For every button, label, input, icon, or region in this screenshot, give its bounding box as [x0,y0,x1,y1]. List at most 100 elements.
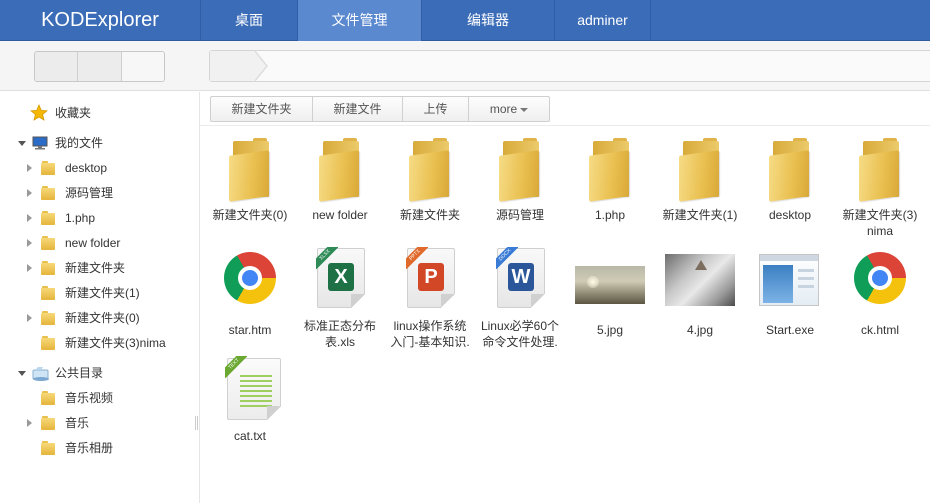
sidebar-item-label: new folder [65,236,121,250]
file-item-image[interactable]: 4.jpg [655,252,745,338]
nav-tab-file-manager[interactable]: 文件管理 [297,0,421,41]
file-item-folder[interactable]: new folder [295,137,385,223]
new-folder-button[interactable]: 新建文件夹 [211,97,313,121]
expand-arrow-icon[interactable] [27,164,32,172]
view-refresh-button[interactable] [121,52,164,81]
folder-icon [679,138,723,202]
nav-tab-editor[interactable]: 编辑器 [421,0,554,41]
file-item-docx[interactable]: DOCX W Linux必学60个 命令文件处理. [475,247,565,350]
file-name-line2: 表.xls [324,335,355,349]
file-name-line2: 命令文件处理. [482,335,558,349]
folder-icon [41,311,55,325]
file-item-folder[interactable]: 源码管理 [475,137,565,223]
sidebar-item-label: 收藏夹 [55,106,92,120]
expand-arrow-icon[interactable] [27,419,32,427]
new-file-button[interactable]: 新建文件 [313,97,403,121]
file-name-line2: nima [866,224,893,238]
folder-icon [499,138,543,202]
file-name: Linux必学60个 [480,319,560,333]
image-thumbnail [665,254,735,306]
computer-icon [32,136,48,150]
file-item-image[interactable]: 5.jpg [565,252,655,338]
file-item-html[interactable]: ck.html [835,252,925,338]
folder-icon [409,138,453,202]
sidebar-item-label: 公共目录 [55,366,104,380]
file-name: 新建文件夹(3) [842,208,918,222]
view-mode-group [34,51,165,82]
text-file-icon: TEXT [225,356,281,420]
file-item-folder[interactable]: 新建文件夹(3) nima [835,137,925,239]
breadcrumb-root[interactable] [210,51,256,81]
upload-button[interactable]: 上传 [403,97,469,121]
toolbar-divider [200,125,930,126]
file-name: star.htm [228,323,272,337]
file-name: 标准正态分布 [303,319,376,333]
expand-arrow-icon[interactable] [27,189,32,197]
folder-icon [41,286,55,300]
app-logo[interactable]: KODExplorer [0,0,200,41]
folder-icon [41,186,55,200]
sidebar-item-label: 音乐相册 [65,441,114,455]
top-nav: KODExplorer 桌面 文件管理 编辑器 adminer [0,0,930,41]
collapse-arrow-icon[interactable] [18,371,26,376]
sidebar-resize-handle[interactable] [195,416,198,430]
chevron-down-icon [520,107,529,112]
expand-arrow-icon[interactable] [27,214,32,222]
powerpoint-icon: PPTX P [406,247,455,308]
folder-icon [859,138,903,202]
file-name: linux操作系统 [393,319,467,333]
file-name: 新建文件夹(1) [662,208,738,222]
folder-icon [41,261,55,275]
file-item-folder[interactable]: 新建文件夹(1) [655,137,745,223]
file-item-folder[interactable]: 1.php [565,137,655,223]
folder-icon [769,138,813,202]
folder-icon [41,441,55,455]
file-item-txt[interactable]: TEXT cat.txt [205,356,295,444]
expand-arrow-icon[interactable] [27,314,32,322]
folder-icon [589,138,633,202]
folder-icon [41,211,55,225]
sidebar-item-label: 新建文件夹(0) [65,311,140,325]
file-item-htm[interactable]: star.htm [205,252,295,338]
collapse-arrow-icon[interactable] [18,141,26,146]
sidebar-item-label: 音乐视频 [65,391,114,405]
sidebar-item-label: 音乐 [65,416,90,430]
view-forward-button[interactable] [78,52,122,81]
breadcrumb-arrow-fill [254,51,266,81]
expand-arrow-icon[interactable] [27,239,32,247]
file-name: desktop [768,208,812,222]
file-item-pptx[interactable]: PPTX P linux操作系统 入门-基本知识. [385,247,475,350]
file-item-folder[interactable]: 新建文件夹 [385,137,475,223]
sidebar-item-label: 新建文件夹(3)nima [65,336,166,350]
file-item-folder[interactable]: 新建文件夹(0) [205,137,295,223]
toolbar-strip [0,41,930,91]
folder-icon [41,416,55,430]
more-dropdown-button[interactable]: more [469,97,549,121]
folder-icon [229,138,273,202]
star-icon [30,104,48,121]
file-name: 新建文件夹(0) [212,208,288,222]
file-toolbar: 新建文件夹 新建文件 上传 more [210,96,550,122]
shared-folder-icon [32,367,49,381]
file-item-folder[interactable]: desktop [745,137,835,223]
nav-tab-adminer[interactable]: adminer [554,0,651,41]
folder-icon [41,161,55,175]
sidebar-item-label: 1.php [65,211,96,225]
folder-icon [41,391,55,405]
word-icon: DOCX W [496,247,545,308]
excel-icon: XLSX X [316,247,365,308]
folder-icon [41,236,55,250]
expand-arrow-icon[interactable] [27,264,32,272]
file-name: Start.exe [765,323,815,337]
more-label: more [489,102,518,116]
view-back-button[interactable] [35,52,79,81]
file-item-xlsx[interactable]: XLSX X 标准正态分布 表.xls [295,247,385,350]
file-name: 5.jpg [596,323,624,337]
file-name: 源码管理 [495,208,544,222]
address-bar[interactable] [209,50,930,82]
nav-tab-desktop[interactable]: 桌面 [200,0,297,41]
sidebar-item-label: 我的文件 [55,136,104,150]
file-item-exe[interactable]: Start.exe [745,252,835,338]
image-thumbnail [575,266,645,304]
file-name: 1.php [594,208,626,222]
